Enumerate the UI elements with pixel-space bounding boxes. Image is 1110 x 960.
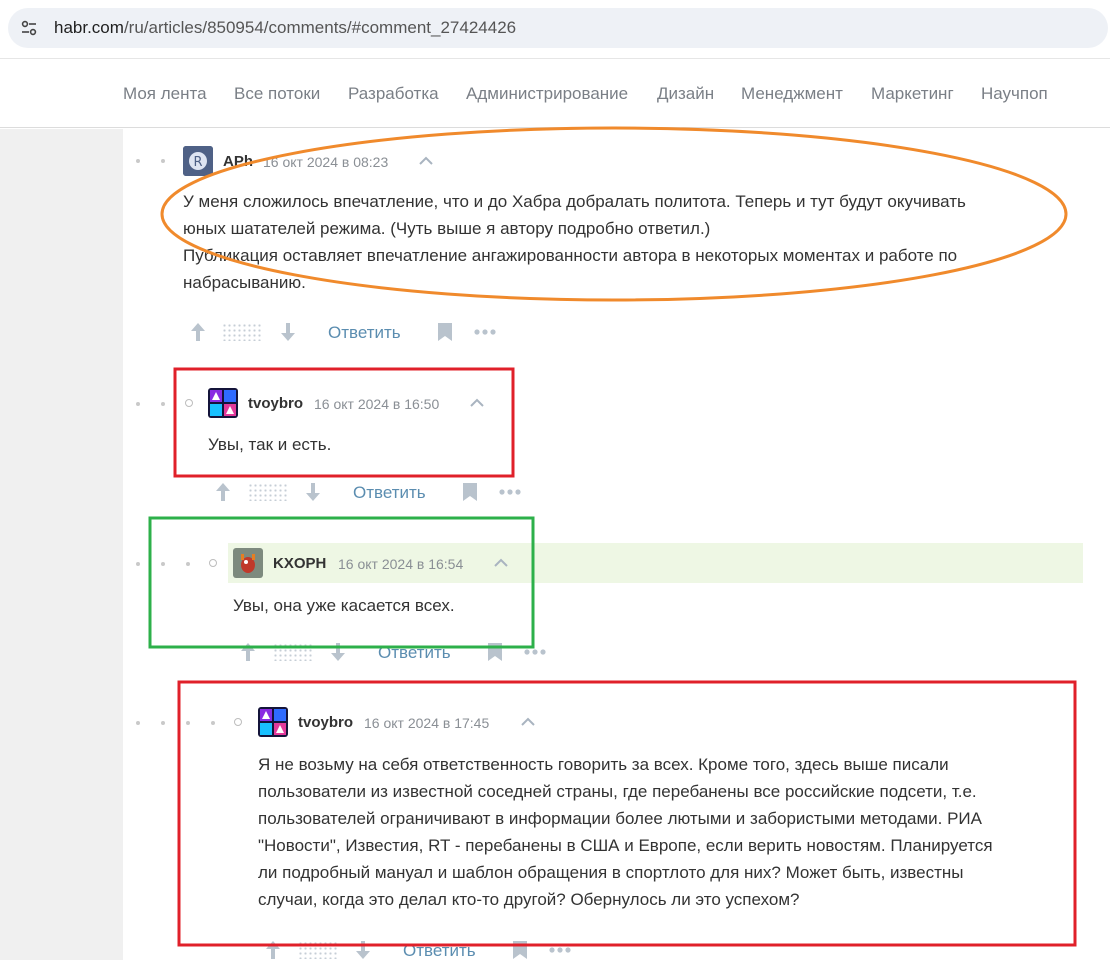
thread-dot bbox=[161, 159, 165, 163]
bookmark-icon[interactable] bbox=[512, 940, 528, 960]
avatar-image-icon bbox=[208, 388, 238, 418]
comment-username[interactable]: tvoybro bbox=[248, 395, 303, 412]
thread-ring bbox=[209, 559, 217, 567]
comment-line: Публикация оставляет впечатление ангажир… bbox=[183, 246, 958, 265]
vote-up-icon[interactable] bbox=[215, 482, 231, 502]
avatar-image-icon: R bbox=[183, 146, 213, 176]
more-icon[interactable] bbox=[473, 328, 497, 336]
url-field[interactable]: habr.com/ru/articles/850954/comments/#co… bbox=[8, 8, 1108, 48]
url-path: /ru/articles/850954/comments/#comment_27… bbox=[123, 18, 517, 37]
vote-down-icon[interactable] bbox=[355, 940, 371, 960]
svg-text:R: R bbox=[193, 155, 202, 170]
thread-dot bbox=[136, 159, 140, 163]
nav-item-marketing[interactable]: Маркетинг bbox=[871, 84, 954, 104]
vote-up-icon[interactable] bbox=[240, 642, 256, 662]
browser-address-bar: habr.com/ru/articles/850954/comments/#co… bbox=[0, 0, 1110, 58]
thread-dot bbox=[136, 721, 140, 725]
thread-dot bbox=[136, 402, 140, 406]
comment-line: пользователи из известной соседней стран… bbox=[258, 782, 977, 801]
chevron-up-icon[interactable] bbox=[521, 717, 535, 727]
avatar[interactable] bbox=[258, 707, 288, 737]
more-icon[interactable] bbox=[548, 946, 572, 954]
thread-ring bbox=[185, 399, 193, 407]
vote-up-icon[interactable] bbox=[265, 940, 281, 960]
top-navigation: Моя лента Все потоки Разработка Админист… bbox=[0, 58, 1110, 128]
nav-item-design[interactable]: Дизайн bbox=[657, 84, 714, 104]
avatar-image-icon bbox=[258, 707, 288, 737]
comment-timestamp[interactable]: 16 окт 2024 в 16:54 bbox=[338, 556, 463, 572]
avatar[interactable]: R bbox=[183, 146, 213, 176]
avatar-image-icon bbox=[233, 548, 263, 578]
avatar[interactable] bbox=[233, 548, 263, 578]
comment-line: пользователей ограничивают в информации … bbox=[258, 809, 982, 828]
nav-item-my-feed[interactable]: Моя лента bbox=[123, 84, 207, 104]
comment-timestamp[interactable]: 16 окт 2024 в 08:23 bbox=[263, 154, 388, 170]
vote-down-icon[interactable] bbox=[280, 322, 296, 342]
vote-up-icon[interactable] bbox=[190, 322, 206, 342]
thread-dot bbox=[161, 402, 165, 406]
comment-line: случаи, когда это делал кто-то другой? О… bbox=[258, 890, 800, 909]
comment-timestamp[interactable]: 16 окт 2024 в 17:45 bbox=[364, 715, 489, 731]
comment-timestamp[interactable]: 16 окт 2024 в 16:50 bbox=[314, 396, 439, 412]
thread-ring bbox=[234, 718, 242, 726]
url-host: habr.com bbox=[54, 18, 124, 37]
comment-line: Увы, так и есть. bbox=[208, 435, 332, 454]
thread-dot bbox=[186, 562, 190, 566]
vote-down-icon[interactable] bbox=[330, 642, 346, 662]
comment-body: У меня сложилось впечатление, что и до Х… bbox=[183, 188, 1063, 296]
comment-line: Я не возьму на себя ответственность гово… bbox=[258, 755, 949, 774]
reply-button[interactable]: Ответить bbox=[403, 941, 476, 960]
chevron-up-icon[interactable] bbox=[419, 156, 433, 166]
comment-line: юных шатателей режима. (Чуть выше я авто… bbox=[183, 219, 711, 238]
comment-line: ли подробный мануал и шаблон обращения в… bbox=[258, 863, 964, 882]
vote-down-icon[interactable] bbox=[305, 482, 321, 502]
more-icon[interactable] bbox=[498, 488, 522, 496]
thread-dot bbox=[161, 721, 165, 725]
comment-line: Увы, она уже касается всех. bbox=[233, 596, 455, 615]
bookmark-icon[interactable] bbox=[437, 322, 453, 342]
thread-dot bbox=[211, 721, 215, 725]
comment-line: "Новости", Известия, RT - перебанены в С… bbox=[258, 836, 993, 855]
rating-hidden bbox=[273, 643, 313, 661]
nav-item-development[interactable]: Разработка bbox=[348, 84, 439, 104]
thread-dot bbox=[186, 721, 190, 725]
chevron-up-icon[interactable] bbox=[494, 558, 508, 568]
comment-body: Увы, она уже касается всех. bbox=[233, 592, 523, 619]
bookmark-icon[interactable] bbox=[462, 482, 478, 502]
comment-username[interactable]: KXOPH bbox=[273, 555, 326, 572]
thread-dot bbox=[161, 562, 165, 566]
more-icon[interactable] bbox=[523, 648, 547, 656]
avatar[interactable] bbox=[208, 388, 238, 418]
chevron-up-icon[interactable] bbox=[470, 398, 484, 408]
rating-hidden bbox=[248, 483, 288, 501]
reply-button[interactable]: Ответить bbox=[328, 323, 401, 343]
rating-hidden bbox=[222, 323, 262, 341]
site-settings-icon[interactable] bbox=[20, 19, 38, 37]
comment-username[interactable]: tvoybro bbox=[298, 714, 353, 731]
left-gutter bbox=[0, 129, 123, 960]
nav-item-administration[interactable]: Администрирование bbox=[466, 84, 628, 104]
bookmark-icon[interactable] bbox=[487, 642, 503, 662]
nav-item-management[interactable]: Менеджмент bbox=[741, 84, 843, 104]
comment-body: Я не возьму на себя ответственность гово… bbox=[258, 751, 1088, 913]
nav-item-popsci[interactable]: Научпоп bbox=[981, 84, 1048, 104]
nav-item-all-streams[interactable]: Все потоки bbox=[234, 84, 320, 104]
reply-button[interactable]: Ответить bbox=[378, 643, 451, 663]
url-text[interactable]: habr.com/ru/articles/850954/comments/#co… bbox=[54, 18, 516, 38]
thread-dot bbox=[136, 562, 140, 566]
reply-button[interactable]: Ответить bbox=[353, 483, 426, 503]
comment-line: набрасыванию. bbox=[183, 273, 306, 292]
comment-body: Увы, так и есть. bbox=[208, 431, 498, 458]
comment-line: У меня сложилось впечатление, что и до Х… bbox=[183, 192, 966, 211]
rating-hidden bbox=[298, 941, 338, 959]
comment-username[interactable]: APh bbox=[223, 153, 253, 170]
